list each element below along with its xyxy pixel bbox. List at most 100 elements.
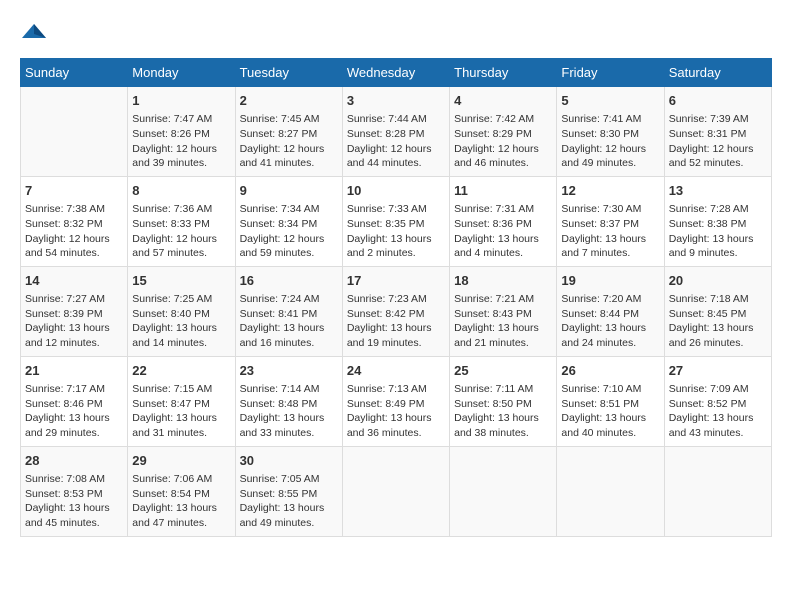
calendar-cell: 10Sunrise: 7:33 AMSunset: 8:35 PMDayligh… — [342, 176, 449, 266]
cell-info: Sunrise: 7:15 AMSunset: 8:47 PMDaylight:… — [132, 382, 230, 441]
calendar-cell: 25Sunrise: 7:11 AMSunset: 8:50 PMDayligh… — [450, 356, 557, 446]
cell-info: Sunrise: 7:06 AMSunset: 8:54 PMDaylight:… — [132, 472, 230, 531]
day-number: 4 — [454, 92, 552, 110]
calendar-cell: 16Sunrise: 7:24 AMSunset: 8:41 PMDayligh… — [235, 266, 342, 356]
calendar-cell: 20 Sunrise: 7:18 AMSunset: 8:45 PMDayligh… — [664, 266, 771, 356]
cell-info: Sunrise: 7:25 AMSunset: 8:40 PMDaylight:… — [132, 292, 230, 351]
calendar-cell: 1 Sunrise: 7:47 AMSunset: 8:26 PMDaylight… — [128, 87, 235, 177]
calendar-cell: 14 Sunrise: 7:27 AMSunset: 8:39 PMDayligh… — [21, 266, 128, 356]
cell-info: Sunrise: 7:27 AMSunset: 8:39 PMDaylight:… — [25, 292, 123, 351]
cell-info: Sunrise: 7:28 AMSunset: 8:38 PMDaylight:… — [669, 202, 767, 261]
day-number: 2 — [240, 92, 338, 110]
calendar-cell: 18 Sunrise: 7:21 AMSunset: 8:43 PMDayligh… — [450, 266, 557, 356]
cell-info: Sunrise: 7:47 AMSunset: 8:26 PMDaylight:… — [132, 112, 230, 171]
calendar-cell — [450, 446, 557, 536]
calendar-cell: 4 Sunrise: 7:42 AMSunset: 8:29 PMDaylight… — [450, 87, 557, 177]
calendar-cell — [342, 446, 449, 536]
calendar-cell: 12 Sunrise: 7:30 AMSunset: 8:37 PMDayligh… — [557, 176, 664, 266]
calendar-cell: 17 Sunrise: 7:23 AMSunset: 8:42 PMDayligh… — [342, 266, 449, 356]
week-row-1: 1 Sunrise: 7:47 AMSunset: 8:26 PMDaylight… — [21, 87, 772, 177]
day-number: 7 — [25, 182, 123, 200]
header-col-wednesday: Wednesday — [342, 59, 449, 87]
calendar-cell: 26 Sunrise: 7:10 AMSunset: 8:51 PMDayligh… — [557, 356, 664, 446]
calendar-header: SundayMondayTuesdayWednesdayThursdayFrid… — [21, 59, 772, 87]
cell-info: Sunrise: 7:24 AMSunset: 8:41 PMDaylight:… — [240, 292, 338, 351]
calendar-body: 1 Sunrise: 7:47 AMSunset: 8:26 PMDaylight… — [21, 87, 772, 537]
header-row: SundayMondayTuesdayWednesdayThursdayFrid… — [21, 59, 772, 87]
day-number: 23 — [240, 362, 338, 380]
day-number: 5 — [561, 92, 659, 110]
day-number: 24 — [347, 362, 445, 380]
week-row-3: 14 Sunrise: 7:27 AMSunset: 8:39 PMDayligh… — [21, 266, 772, 356]
cell-info: Sunrise: 7:11 AMSunset: 8:50 PMDaylight:… — [454, 382, 552, 441]
calendar-cell: 22 Sunrise: 7:15 AMSunset: 8:47 PMDayligh… — [128, 356, 235, 446]
cell-info: Sunrise: 7:18 AMSunset: 8:45 PMDaylight:… — [669, 292, 767, 351]
calendar-cell: 15 Sunrise: 7:25 AMSunset: 8:40 PMDayligh… — [128, 266, 235, 356]
day-number: 19 — [561, 272, 659, 290]
day-number: 12 — [561, 182, 659, 200]
calendar-cell: 2 Sunrise: 7:45 AMSunset: 8:27 PMDaylight… — [235, 87, 342, 177]
day-number: 28 — [25, 452, 123, 470]
day-number: 10 — [347, 182, 445, 200]
cell-info: Sunrise: 7:45 AMSunset: 8:27 PMDaylight:… — [240, 112, 338, 171]
day-number: 15 — [132, 272, 230, 290]
cell-info: Sunrise: 7:39 AMSunset: 8:31 PMDaylight:… — [669, 112, 767, 171]
calendar-cell: 28 Sunrise: 7:08 AMSunset: 8:53 PMDayligh… — [21, 446, 128, 536]
day-number: 17 — [347, 272, 445, 290]
week-row-5: 28 Sunrise: 7:08 AMSunset: 8:53 PMDayligh… — [21, 446, 772, 536]
cell-info: Sunrise: 7:10 AMSunset: 8:51 PMDaylight:… — [561, 382, 659, 441]
cell-info: Sunrise: 7:14 AMSunset: 8:48 PMDaylight:… — [240, 382, 338, 441]
day-number: 18 — [454, 272, 552, 290]
logo — [20, 20, 52, 48]
header-col-saturday: Saturday — [664, 59, 771, 87]
calendar-cell: 29 Sunrise: 7:06 AMSunset: 8:54 PMDayligh… — [128, 446, 235, 536]
week-row-4: 21Sunrise: 7:17 AMSunset: 8:46 PMDayligh… — [21, 356, 772, 446]
calendar-table: SundayMondayTuesdayWednesdayThursdayFrid… — [20, 58, 772, 537]
page-header — [20, 20, 772, 48]
header-col-sunday: Sunday — [21, 59, 128, 87]
cell-info: Sunrise: 7:20 AMSunset: 8:44 PMDaylight:… — [561, 292, 659, 351]
cell-info: Sunrise: 7:08 AMSunset: 8:53 PMDaylight:… — [25, 472, 123, 531]
day-number: 27 — [669, 362, 767, 380]
logo-icon — [20, 20, 48, 48]
header-col-thursday: Thursday — [450, 59, 557, 87]
calendar-cell: 23 Sunrise: 7:14 AMSunset: 8:48 PMDayligh… — [235, 356, 342, 446]
calendar-cell: 8 Sunrise: 7:36 AMSunset: 8:33 PMDaylight… — [128, 176, 235, 266]
calendar-cell — [557, 446, 664, 536]
cell-info: Sunrise: 7:23 AMSunset: 8:42 PMDaylight:… — [347, 292, 445, 351]
cell-info: Sunrise: 7:31 AMSunset: 8:36 PMDaylight:… — [454, 202, 552, 261]
cell-info: Sunrise: 7:21 AMSunset: 8:43 PMDaylight:… — [454, 292, 552, 351]
calendar-cell: 24 Sunrise: 7:13 AMSunset: 8:49 PMDayligh… — [342, 356, 449, 446]
day-number: 9 — [240, 182, 338, 200]
calendar-cell: 21Sunrise: 7:17 AMSunset: 8:46 PMDayligh… — [21, 356, 128, 446]
week-row-2: 7Sunrise: 7:38 AMSunset: 8:32 PMDaylight… — [21, 176, 772, 266]
day-number: 3 — [347, 92, 445, 110]
cell-info: Sunrise: 7:41 AMSunset: 8:30 PMDaylight:… — [561, 112, 659, 171]
day-number: 29 — [132, 452, 230, 470]
cell-info: Sunrise: 7:09 AMSunset: 8:52 PMDaylight:… — [669, 382, 767, 441]
header-col-monday: Monday — [128, 59, 235, 87]
day-number: 8 — [132, 182, 230, 200]
header-col-tuesday: Tuesday — [235, 59, 342, 87]
calendar-cell: 11Sunrise: 7:31 AMSunset: 8:36 PMDayligh… — [450, 176, 557, 266]
day-number: 20 — [669, 272, 767, 290]
day-number: 1 — [132, 92, 230, 110]
calendar-cell: 30Sunrise: 7:05 AMSunset: 8:55 PMDayligh… — [235, 446, 342, 536]
calendar-cell — [21, 87, 128, 177]
cell-info: Sunrise: 7:30 AMSunset: 8:37 PMDaylight:… — [561, 202, 659, 261]
cell-info: Sunrise: 7:05 AMSunset: 8:55 PMDaylight:… — [240, 472, 338, 531]
calendar-cell: 13 Sunrise: 7:28 AMSunset: 8:38 PMDayligh… — [664, 176, 771, 266]
cell-info: Sunrise: 7:36 AMSunset: 8:33 PMDaylight:… — [132, 202, 230, 261]
cell-info: Sunrise: 7:42 AMSunset: 8:29 PMDaylight:… — [454, 112, 552, 171]
day-number: 14 — [25, 272, 123, 290]
calendar-cell: 9Sunrise: 7:34 AMSunset: 8:34 PMDaylight… — [235, 176, 342, 266]
day-number: 26 — [561, 362, 659, 380]
calendar-cell: 6Sunrise: 7:39 AMSunset: 8:31 PMDaylight… — [664, 87, 771, 177]
day-number: 21 — [25, 362, 123, 380]
cell-info: Sunrise: 7:13 AMSunset: 8:49 PMDaylight:… — [347, 382, 445, 441]
cell-info: Sunrise: 7:44 AMSunset: 8:28 PMDaylight:… — [347, 112, 445, 171]
calendar-cell — [664, 446, 771, 536]
day-number: 22 — [132, 362, 230, 380]
calendar-cell: 7Sunrise: 7:38 AMSunset: 8:32 PMDaylight… — [21, 176, 128, 266]
day-number: 13 — [669, 182, 767, 200]
